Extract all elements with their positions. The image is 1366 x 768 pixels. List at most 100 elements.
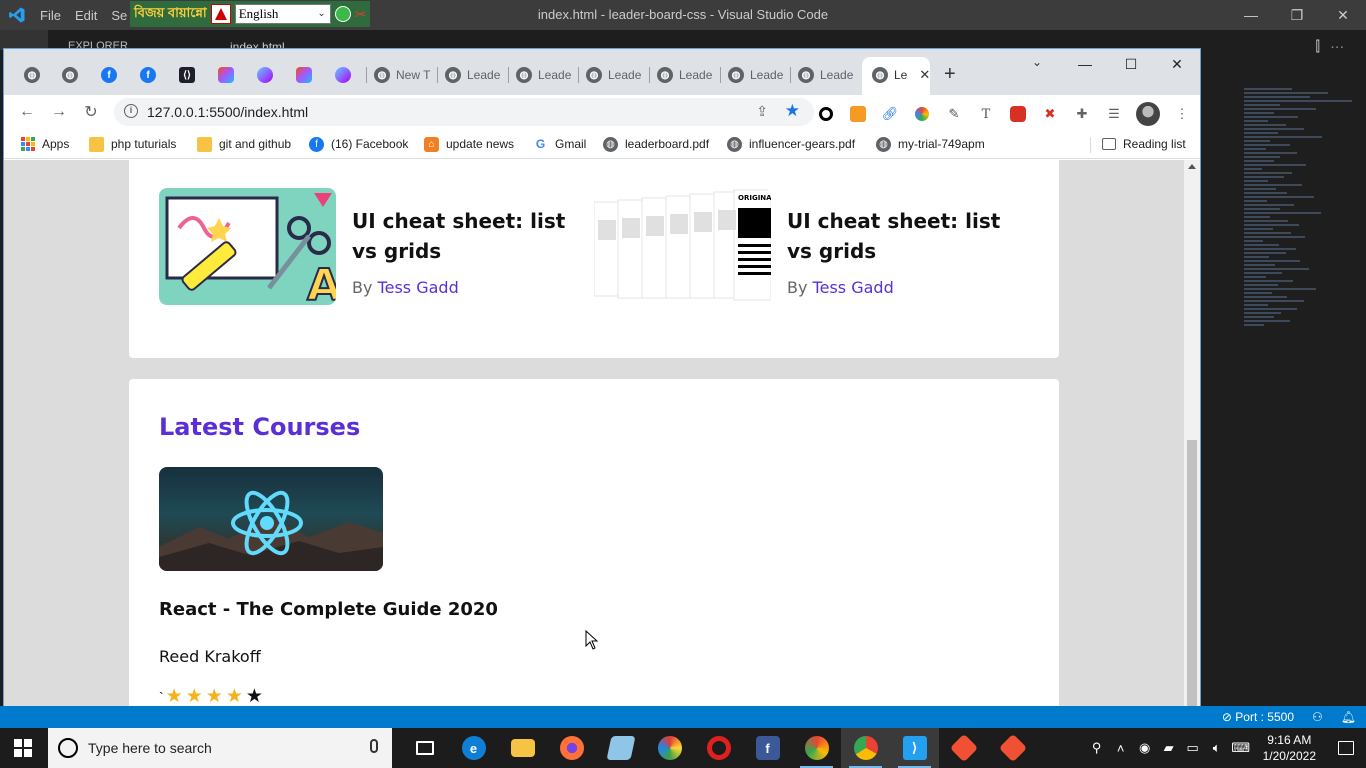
article-title[interactable]: UI cheat sheet: list vs grids (352, 206, 582, 266)
tab-5[interactable] (218, 63, 234, 87)
tab-search-icon[interactable]: ⌄ (1032, 55, 1042, 69)
extensions-puzzle-icon[interactable]: ✚ (1072, 104, 1092, 124)
bookmark-item[interactable]: f (16) Facebook (309, 134, 408, 154)
share-icon[interactable]: ⇪ (756, 103, 768, 120)
author-link[interactable]: Tess Gadd (813, 278, 894, 297)
show-hidden-icons-chevron-icon[interactable]: ˄ (1109, 741, 1133, 756)
volume-icon[interactable]: 🔈︎ (1205, 740, 1229, 756)
article-card[interactable]: ORIGINA UI cheat sheet: list vs grids By… (594, 188, 1017, 305)
tools-extension-icon[interactable]: ✖ (1040, 104, 1060, 124)
paint-icon[interactable] (645, 728, 694, 768)
windows-start-icon[interactable] (14, 739, 32, 757)
orange-extension-icon[interactable] (848, 104, 868, 124)
tab-15[interactable]: ◍ Leade (798, 63, 853, 87)
close-button[interactable]: ✕ (1320, 0, 1366, 30)
tab-3[interactable]: f (140, 63, 156, 87)
action-center-icon[interactable] (1326, 728, 1366, 768)
tab-13[interactable]: ◍ Leade (657, 63, 712, 87)
minimap[interactable] (1244, 86, 1364, 446)
tab-7[interactable] (296, 63, 312, 87)
color-extension-icon[interactable] (912, 104, 932, 124)
media-queue-icon[interactable]: ☰ (1104, 104, 1124, 124)
tab-10[interactable]: ◍ Leade (445, 63, 500, 87)
site-info-icon[interactable]: i (124, 104, 138, 118)
reload-icon[interactable]: ↻ (80, 101, 102, 123)
tab-active[interactable]: ◍ Le ✕ (862, 57, 930, 95)
edge-icon[interactable]: e (449, 728, 498, 768)
link-extension-icon[interactable]: 🔗︎ (880, 104, 900, 124)
minimize-button[interactable]: — (1228, 0, 1274, 30)
article-thumbnail[interactable]: A (159, 188, 336, 305)
notifications-bell-icon[interactable]: 🔔︎ (1341, 710, 1356, 724)
kebab-menu-icon[interactable]: ⋮ (1172, 104, 1192, 124)
address-bar[interactable]: i 127.0.0.1:5500/index.html ⇪ ★ (114, 98, 814, 126)
restore-button[interactable]: ❐ (1274, 0, 1320, 30)
feedback-icon[interactable]: ⚇ (1312, 710, 1323, 724)
tab-11[interactable]: ◍ Leade (516, 63, 571, 87)
record-extension-icon[interactable] (816, 104, 836, 124)
forward-arrow-icon[interactable]: → (48, 101, 70, 123)
tab-4[interactable]: ⟨⟩ (179, 63, 195, 87)
drive-tray-icon[interactable]: ▰ (1157, 740, 1181, 756)
course-title[interactable]: React - The Complete Guide 2020 (159, 599, 498, 620)
close-button[interactable]: ✕ (1154, 49, 1200, 79)
tab-6[interactable] (257, 63, 273, 87)
microphone-icon[interactable] (370, 739, 378, 753)
bookmark-item[interactable]: G Gmail (533, 134, 586, 154)
bookmark-star-icon[interactable]: ★ (785, 101, 800, 121)
opera-icon[interactable] (694, 728, 743, 768)
article-title[interactable]: UI cheat sheet: list vs grids (787, 206, 1017, 266)
bookmark-item[interactable]: ◍ leaderboard.pdf (603, 134, 709, 154)
back-arrow-icon[interactable]: ← (16, 101, 38, 123)
red-extension-icon[interactable] (1008, 104, 1028, 124)
tab-12[interactable]: ◍ Leade (586, 63, 641, 87)
git-gui-icon[interactable] (939, 728, 988, 768)
network-icon[interactable]: ▭ (1181, 740, 1205, 756)
people-icon[interactable]: ⚲ (1085, 740, 1109, 756)
page-scrollbar[interactable] (1184, 160, 1200, 727)
menu-selection[interactable]: Se (111, 8, 127, 23)
profile-avatar[interactable] (1136, 102, 1160, 126)
chrome-icon[interactable] (841, 728, 890, 768)
scrollbar-thumb[interactable] (1187, 440, 1197, 727)
tab-14[interactable]: ◍ Leade (728, 63, 783, 87)
live-server-port[interactable]: ⊘ Port : 5500 (1222, 710, 1294, 724)
font-extension-icon[interactable]: T (976, 104, 996, 124)
facebook-icon[interactable]: f (743, 728, 792, 768)
notepad-icon[interactable] (596, 728, 645, 768)
course-thumbnail[interactable] (159, 467, 383, 571)
taskbar-search-box[interactable]: Type here to search (48, 728, 392, 768)
new-tab-button[interactable]: + (944, 63, 956, 86)
bookmark-item[interactable]: Apps (20, 134, 69, 154)
tab-9[interactable]: ◍ New T (374, 63, 430, 87)
tab-1[interactable]: ◍ (62, 63, 78, 87)
system-clock[interactable]: 9:16 AM 1/20/2022 (1253, 732, 1326, 764)
eyedropper-extension-icon[interactable]: ✎ (944, 104, 964, 124)
editor-actions[interactable]: ⫿⋯ (1316, 38, 1354, 55)
chrome-canary-icon[interactable] (792, 728, 841, 768)
menu-edit[interactable]: Edit (75, 8, 97, 23)
scroll-up-icon[interactable] (1188, 164, 1196, 169)
tab-2[interactable]: f (101, 63, 117, 87)
bookmark-item[interactable]: ◍ influencer-gears.pdf (727, 134, 855, 154)
task-view-icon[interactable] (400, 728, 449, 768)
maximize-button[interactable]: ☐ (1108, 49, 1154, 79)
language-select[interactable]: English ⌄ (234, 4, 331, 24)
reading-list-button[interactable]: Reading list (1102, 134, 1186, 154)
tab-0[interactable]: ◍ (24, 63, 40, 87)
language-tray-icon[interactable]: ⌨ (1229, 740, 1253, 756)
bookmark-item[interactable]: ◍ my-trial-749apm (876, 134, 985, 154)
scissors-icon[interactable]: ✂ (355, 6, 367, 23)
firefox-icon[interactable] (547, 728, 596, 768)
minimize-button[interactable]: — (1062, 49, 1108, 79)
article-card[interactable]: A UI cheat sheet: list vs grids By Tess … (159, 188, 582, 305)
bookmark-item[interactable]: ⌂ update news (424, 134, 514, 154)
article-thumbnail[interactable]: ORIGINA (594, 188, 771, 305)
vscode-taskbar-icon[interactable]: ⟩ (890, 728, 939, 768)
author-link[interactable]: Tess Gadd (378, 278, 459, 297)
tab-8[interactable] (335, 63, 351, 87)
close-tab-icon[interactable]: ✕ (919, 67, 930, 83)
download-icon[interactable] (334, 6, 351, 22)
file-explorer-icon[interactable] (498, 728, 547, 768)
chrome-tray-icon[interactable]: ◉ (1133, 740, 1157, 756)
